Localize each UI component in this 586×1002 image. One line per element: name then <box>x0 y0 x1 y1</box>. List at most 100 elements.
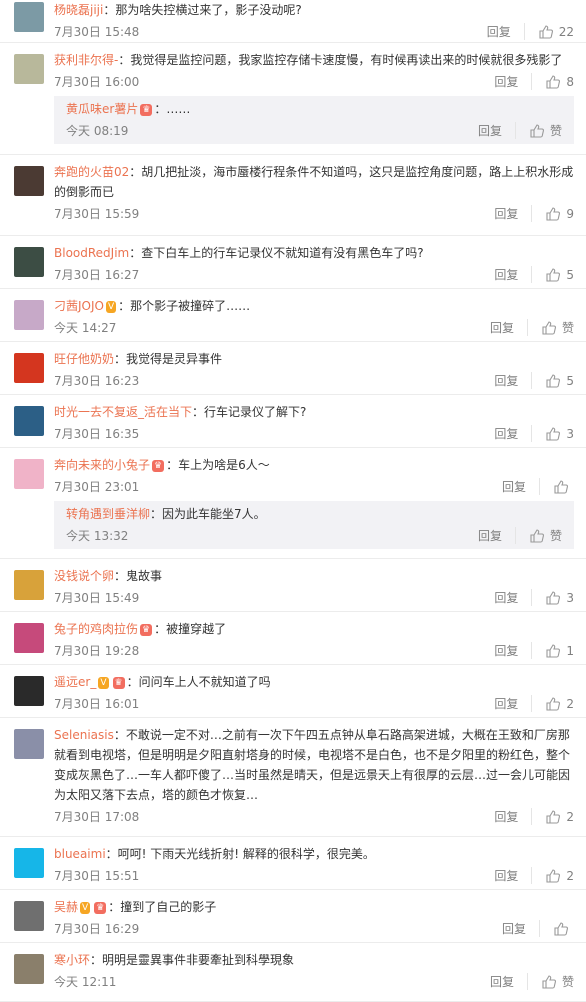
like-button[interactable]: 3 <box>532 427 574 441</box>
username-link[interactable]: 兔子的鸡肉拉伤 <box>54 622 138 636</box>
like-button[interactable]: 2 <box>532 810 574 824</box>
comment-body-wrap: 刁茜JOJO V ：那个影子被撞碎了…… 今天 14:27 回复 赞 <box>54 290 574 338</box>
thumbs-up-icon <box>546 74 561 89</box>
thumbs-up-icon <box>554 479 568 494</box>
reply-button[interactable]: 回复 <box>481 695 533 712</box>
username-link[interactable]: BloodRedJim <box>54 246 129 260</box>
comment-item: 寒小环：明明是靈異事件非要牽扯到科學現象 今天 12:11 回复 赞 <box>0 944 586 1002</box>
user-avatar[interactable] <box>14 2 44 32</box>
comment-actions: 回复 赞 <box>477 319 574 336</box>
username-link[interactable]: 获利非尔得- <box>54 53 118 67</box>
like-button[interactable]: 22 <box>525 25 574 39</box>
username-link[interactable]: 旺仔他奶奶 <box>54 352 114 366</box>
username-link[interactable]: 时光一去不复返_活在当下 <box>54 405 192 419</box>
comment-time: 7月30日 15:59 <box>54 207 140 221</box>
user-avatar[interactable] <box>14 623 44 653</box>
user-avatar[interactable] <box>14 570 44 600</box>
colon: ： <box>108 900 121 914</box>
comment-item: 遥远er_ V ♛ ：问问车上人不就知道了吗 7月30日 16:01 回复 2 <box>0 666 586 718</box>
reply-button[interactable]: 回复 <box>481 372 533 389</box>
user-avatar[interactable] <box>14 247 44 277</box>
username-link[interactable]: blueaimi <box>54 847 106 861</box>
like-button[interactable]: 5 <box>532 268 574 282</box>
comment-item: 获利非尔得-：我觉得是监控问题，我家监控存储卡速度慢，有时候再读出来的时候就很多… <box>0 44 586 155</box>
verified-badge-icon: V <box>98 677 109 689</box>
reply-button[interactable]: 回复 <box>489 478 540 495</box>
reply-button[interactable]: 回复 <box>474 23 525 40</box>
username-link[interactable]: Seleniasis <box>54 728 114 742</box>
user-avatar[interactable] <box>14 848 44 878</box>
reply-button[interactable]: 回复 <box>481 73 533 90</box>
comment-meta: 7月30日 16:29 回复 <box>54 917 574 939</box>
reply-button[interactable]: 回复 <box>465 122 516 139</box>
username-link[interactable]: 奔跑的火苗02 <box>54 165 129 179</box>
comment-body-wrap: Seleniasis：不敢说一定不对…之前有一次下午四五点钟从阜石路高架进城，大… <box>54 719 574 827</box>
like-button[interactable]: 3 <box>532 591 574 605</box>
reply-button[interactable]: 回复 <box>481 589 533 606</box>
colon: ： <box>113 728 126 742</box>
user-avatar[interactable] <box>14 459 44 489</box>
user-avatar[interactable] <box>14 406 44 436</box>
like-button[interactable]: 赞 <box>516 527 562 544</box>
like-button[interactable]: 8 <box>532 75 574 89</box>
username-link[interactable]: 转角遇到垂洋柳 <box>66 507 150 521</box>
username-link[interactable]: 没钱说个卵 <box>54 569 114 583</box>
like-button[interactable]: 赞 <box>516 122 562 139</box>
username-link[interactable]: 奔向未来的小兔子 <box>54 458 150 472</box>
like-count: 2 <box>566 868 574 883</box>
like-button[interactable]: 赞 <box>528 973 574 990</box>
like-count: 2 <box>566 696 574 711</box>
like-button[interactable]: 2 <box>532 697 574 711</box>
like-button[interactable]: 9 <box>532 207 574 221</box>
comment-actions: 回复 赞 <box>465 527 562 544</box>
user-avatar[interactable] <box>14 954 44 984</box>
user-avatar[interactable] <box>14 729 44 759</box>
reply-button[interactable]: 回复 <box>481 205 533 222</box>
username-link[interactable]: 黄瓜味er薯片 <box>66 102 138 116</box>
username-link[interactable]: 刁茜JOJO <box>54 299 104 313</box>
comment-text-line: 奔向未来的小兔子 ♛ ：车上为啥是6人～ <box>54 455 574 475</box>
reply-button[interactable]: 回复 <box>481 867 533 884</box>
reply-button[interactable]: 回复 <box>477 319 528 336</box>
username-link[interactable]: 寒小环 <box>54 953 90 967</box>
like-button[interactable]: 2 <box>532 869 574 883</box>
comment-text-line: 寒小环：明明是靈異事件非要牽扯到科學現象 <box>54 950 574 970</box>
thumbs-up-icon <box>542 974 556 989</box>
reply-button[interactable]: 回复 <box>477 973 528 990</box>
reply-button[interactable]: 回复 <box>465 527 516 544</box>
user-avatar[interactable] <box>14 353 44 383</box>
like-button[interactable]: 1 <box>532 644 574 658</box>
comment-time: 7月30日 16:29 <box>54 922 140 936</box>
comment-item: 奔向未来的小兔子 ♛ ：车上为啥是6人～ 7月30日 23:01 回复 转角遇到垂洋柳：因… <box>0 449 586 559</box>
comment-time: 7月30日 16:35 <box>54 427 140 441</box>
reply-button[interactable]: 回复 <box>481 425 533 442</box>
like-button[interactable] <box>540 479 574 494</box>
reply-button[interactable]: 回复 <box>489 920 540 937</box>
comment-meta: 7月30日 16:23 回复 5 <box>54 369 574 391</box>
colon: ： <box>103 3 116 17</box>
colon: ： <box>126 675 139 689</box>
comment-time: 7月30日 17:08 <box>54 810 140 824</box>
comment-actions: 回复 2 <box>481 695 574 712</box>
comment-body-wrap: 寒小环：明明是靈異事件非要牽扯到科學現象 今天 12:11 回复 赞 <box>54 944 574 992</box>
comment-item: BloodRedJim：查下白车上的行车记录仪不就知道有没有黑色车了吗? 7月30… <box>0 237 586 289</box>
user-avatar[interactable] <box>14 54 44 84</box>
reply-button[interactable]: 回复 <box>481 808 533 825</box>
username-link[interactable]: 吴赫 <box>54 900 78 914</box>
reply-button[interactable]: 回复 <box>481 642 533 659</box>
comment-feed: 杨晓磊jiji：那为啥失控横过来了，影子没动呢? 7月30日 15:48 回复 22 获… <box>0 0 586 1002</box>
user-avatar[interactable] <box>14 901 44 931</box>
user-avatar[interactable] <box>14 676 44 706</box>
like-button[interactable]: 赞 <box>528 319 574 336</box>
user-avatar[interactable] <box>14 166 44 196</box>
username-link[interactable]: 遥远er_ <box>54 675 96 689</box>
comment-meta: 7月30日 17:08 回复 2 <box>54 805 574 827</box>
colon: ： <box>166 458 179 472</box>
username-link[interactable]: 杨晓磊jiji <box>54 3 103 17</box>
comment-body-wrap: 吴赫 V ♛ ：撞到了自己的影子 7月30日 16:29 回复 <box>54 891 574 939</box>
comment-actions: 回复 <box>489 478 574 495</box>
like-button[interactable]: 5 <box>532 374 574 388</box>
reply-button[interactable]: 回复 <box>481 266 533 283</box>
user-avatar[interactable] <box>14 300 44 330</box>
like-button[interactable] <box>540 921 574 936</box>
